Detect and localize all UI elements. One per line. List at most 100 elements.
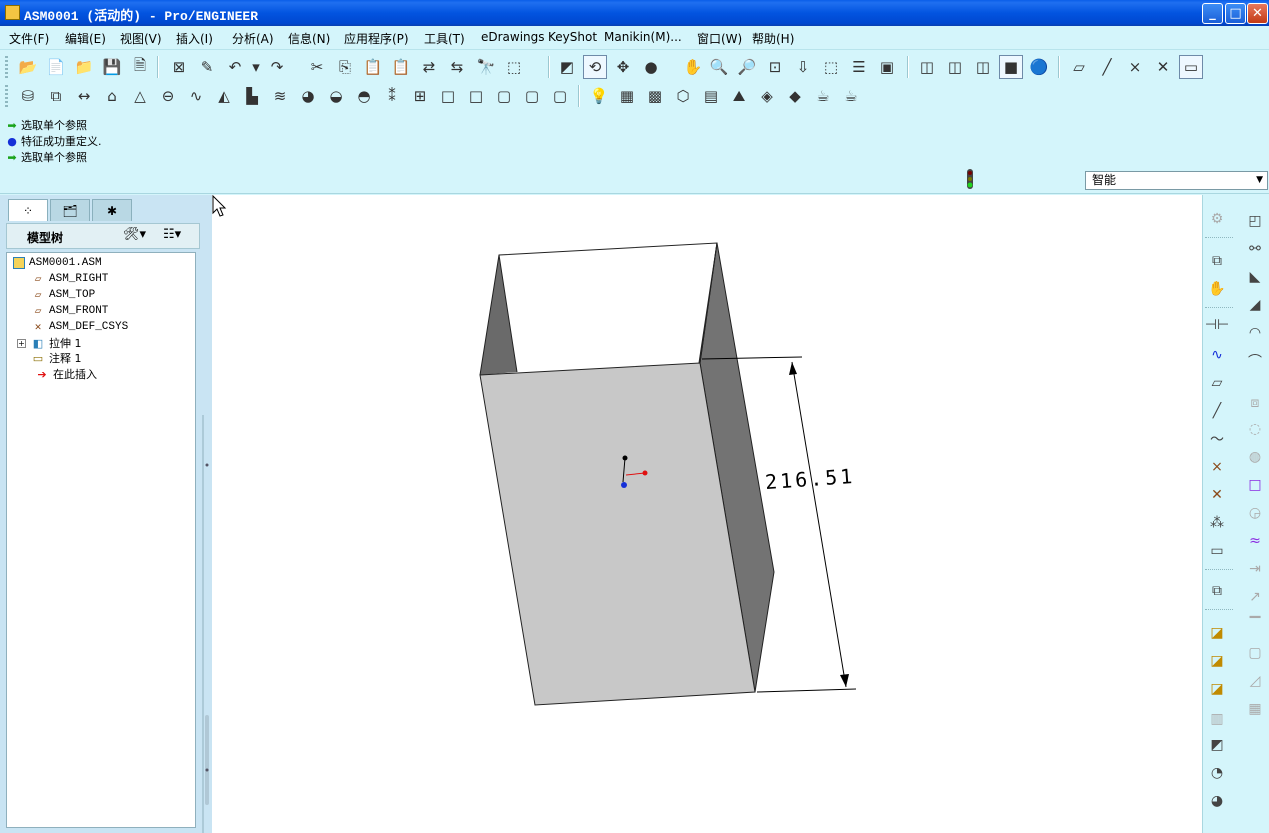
unbend-icon[interactable]: ▢ bbox=[1243, 641, 1267, 665]
extrude-tool-icon[interactable]: ◩ bbox=[1205, 733, 1229, 757]
dimension-icon[interactable]: ⊣⊢ bbox=[1205, 313, 1229, 337]
revolve-tool-icon[interactable]: ◔ bbox=[1205, 761, 1229, 785]
tree-item[interactable]: ✕ ASM_DEF_CSYS bbox=[31, 319, 129, 335]
reflection-icon[interactable]: ◓ bbox=[352, 84, 376, 108]
draft-shading-icon[interactable]: ◒ bbox=[324, 84, 348, 108]
extend-icon[interactable]: □ bbox=[1243, 473, 1267, 497]
orient-mode-icon[interactable]: ✥ bbox=[611, 55, 635, 79]
refit-icon[interactable]: ⊡ bbox=[763, 55, 787, 79]
datum-axis-tool-icon[interactable]: ╱ bbox=[1205, 399, 1229, 423]
draft-analysis-icon[interactable]: ◭ bbox=[212, 84, 236, 108]
measure-distance-icon[interactable]: ↔ bbox=[72, 84, 96, 108]
trim-icon[interactable]: ◍ bbox=[1243, 445, 1267, 469]
tree-item[interactable]: ▱ ASM_RIGHT bbox=[31, 271, 109, 287]
menu-tools[interactable]: 工具(T) bbox=[424, 30, 465, 47]
regenerate-manager-icon[interactable]: ⇆ bbox=[445, 55, 469, 79]
menu-help[interactable]: 帮助(H) bbox=[752, 30, 794, 47]
minimize-button[interactable]: _ bbox=[1202, 3, 1223, 24]
no-hidden-icon[interactable]: ◫ bbox=[971, 55, 995, 79]
repaint-icon[interactable]: ◩ bbox=[555, 55, 579, 79]
toolbar-grip[interactable] bbox=[5, 85, 8, 107]
teapot-icon[interactable]: ☕ bbox=[811, 84, 835, 108]
component-icon[interactable]: ⚙ bbox=[1205, 207, 1229, 231]
hole-icon[interactable]: ◰ bbox=[1243, 209, 1267, 233]
gaussian-icon[interactable]: ◕ bbox=[296, 84, 320, 108]
drag-component-icon[interactable]: ✋ bbox=[1205, 277, 1229, 301]
solid-box-1-icon[interactable]: □ bbox=[436, 84, 460, 108]
assembly-tree-icon[interactable]: ⊞ bbox=[408, 84, 432, 108]
solid-box-5-icon[interactable]: ▢ bbox=[548, 84, 572, 108]
regenerate-icon[interactable]: ⇄ bbox=[417, 55, 441, 79]
copy-feature-icon[interactable]: ⧉ bbox=[1205, 579, 1229, 603]
section-analysis-icon[interactable]: ▙ bbox=[240, 84, 264, 108]
save-icon[interactable]: 💾 bbox=[100, 55, 124, 79]
graphics-window[interactable]: 216.51 bbox=[212, 195, 1202, 833]
menu-window[interactable]: 窗口(W) bbox=[697, 30, 742, 47]
feature-info-icon[interactable]: ⁑ bbox=[380, 84, 404, 108]
solid-box-3-icon[interactable]: ▢ bbox=[492, 84, 516, 108]
save-copy-icon[interactable]: 🗎 bbox=[128, 55, 152, 79]
offset-icon[interactable]: ◶ bbox=[1243, 501, 1267, 525]
pattern-icon[interactable]: ▥ bbox=[1205, 707, 1229, 731]
render-region-icon[interactable]: ◆ bbox=[783, 84, 807, 108]
selection-box-icon[interactable]: ⬚ bbox=[502, 55, 526, 79]
view-manager-icon[interactable]: ▣ bbox=[875, 55, 899, 79]
flatten-icon[interactable]: ⇥ bbox=[1243, 557, 1267, 581]
toolbar-grip[interactable] bbox=[5, 56, 8, 78]
menu-applications[interactable]: 应用程序(P) bbox=[344, 30, 409, 47]
solid-box-4-icon[interactable]: ▢ bbox=[520, 84, 544, 108]
selection-filter-dropdown[interactable]: 智能 ▼ bbox=[1085, 171, 1268, 190]
shell-icon[interactable]: ⚯ bbox=[1243, 237, 1267, 261]
scene-editor-icon[interactable]: ▦ bbox=[615, 84, 639, 108]
model-view[interactable] bbox=[212, 195, 1202, 833]
shading-box-icon[interactable]: ◈ bbox=[755, 84, 779, 108]
lightbulb-icon[interactable]: 💡 bbox=[587, 84, 611, 108]
edit-definition-icon[interactable]: ◪ bbox=[1205, 649, 1229, 673]
reorient-icon[interactable]: ⇩ bbox=[791, 55, 815, 79]
datum-point-tool-icon[interactable]: × bbox=[1205, 455, 1229, 479]
menu-manikin[interactable]: Manikin(M)... bbox=[604, 30, 682, 44]
spin-center-icon[interactable]: ⟲ bbox=[583, 55, 607, 79]
datum-axes-icon[interactable]: ╱ bbox=[1095, 55, 1119, 79]
curvature-icon[interactable]: ≋ bbox=[268, 84, 292, 108]
open-file-icon[interactable]: 📁 bbox=[72, 55, 96, 79]
sphere-icon[interactable]: ● bbox=[639, 55, 663, 79]
model-check-icon[interactable]: ⛁ bbox=[16, 84, 40, 108]
form-icon[interactable]: ▦ bbox=[1243, 697, 1267, 721]
coordinate-systems-icon[interactable]: ✕ bbox=[1151, 55, 1175, 79]
saved-views-icon[interactable]: ⬚ bbox=[819, 55, 843, 79]
maximize-button[interactable]: □ bbox=[1225, 3, 1246, 24]
wrap-icon[interactable]: ≈ bbox=[1243, 529, 1267, 553]
find-icon[interactable]: 🔭 bbox=[474, 55, 498, 79]
assemble-component-icon[interactable]: ⧉ bbox=[1205, 249, 1229, 273]
tree-filter-icon[interactable]: ☷▾ bbox=[163, 227, 181, 242]
landscape-icon[interactable]: ⛰ bbox=[727, 84, 751, 108]
menu-edit[interactable]: 编辑(E) bbox=[65, 30, 106, 47]
flange-icon[interactable]: ▔ bbox=[1243, 613, 1267, 637]
appearance-icon[interactable]: ▤ bbox=[699, 84, 723, 108]
datum-points-icon[interactable]: × bbox=[1123, 55, 1147, 79]
cut-icon[interactable]: ✂ bbox=[305, 55, 329, 79]
teapot-render-icon[interactable]: ☕ bbox=[839, 84, 863, 108]
room-editor-icon[interactable]: ▩ bbox=[643, 84, 667, 108]
tab-favorites[interactable]: ✱ bbox=[92, 199, 132, 221]
annotations-icon[interactable]: ▭ bbox=[1179, 55, 1203, 79]
csys-tool-icon[interactable]: ✕ bbox=[1205, 483, 1229, 507]
measure-area-icon[interactable]: ⌂ bbox=[100, 84, 124, 108]
tab-folder-browser[interactable]: 🗂 bbox=[50, 199, 90, 221]
datum-plane-tool-icon[interactable]: ▱ bbox=[1205, 371, 1229, 395]
round-icon[interactable]: ◠ bbox=[1243, 321, 1267, 345]
panel-splitter[interactable] bbox=[202, 415, 210, 833]
edit-component-icon[interactable]: ◪ bbox=[1205, 621, 1229, 645]
pan-hand-icon[interactable]: ✋ bbox=[681, 55, 705, 79]
tree-item[interactable]: ➔ 在此插入 bbox=[35, 366, 97, 382]
new-file-icon[interactable]: 📄 bbox=[44, 55, 68, 79]
erase-icon[interactable]: ✎ bbox=[195, 55, 219, 79]
chamfer-icon[interactable]: ⌒ bbox=[1243, 349, 1267, 373]
tab-model-tree[interactable]: ⁘ bbox=[8, 199, 48, 221]
menu-file[interactable]: 文件(F) bbox=[9, 30, 49, 47]
shading-icon[interactable]: ■ bbox=[999, 55, 1023, 79]
tree-item[interactable]: ASM0001.ASM bbox=[13, 255, 102, 271]
paste-special-icon[interactable]: 📋 bbox=[389, 55, 413, 79]
menu-analysis[interactable]: 分析(A) bbox=[232, 30, 274, 47]
